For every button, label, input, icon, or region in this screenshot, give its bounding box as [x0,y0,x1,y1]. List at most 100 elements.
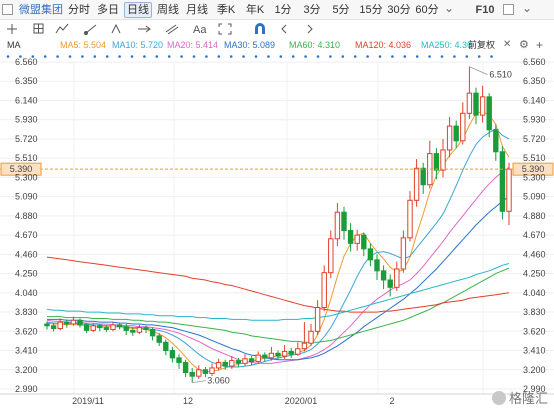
text-tool-icon[interactable]: Aa [193,24,207,36]
candle-body [136,327,143,333]
tab-30min[interactable]: 30分 [387,2,411,18]
candle-body [446,125,453,151]
tab-weekly[interactable]: 周线 [157,2,179,18]
candle-body [347,230,354,244]
tab-yearly[interactable]: 年K [244,2,266,18]
candle-body [407,199,413,239]
event-dot [378,55,382,58]
price-tick-left: 4.670 [15,230,38,240]
stock-name[interactable]: 微盟集团 [18,2,64,18]
add-icon[interactable]: + [536,38,543,52]
tab-quarterly[interactable]: 季K [215,2,237,18]
f10-button[interactable]: F10 [474,2,496,18]
candle-body [64,321,70,325]
tab-3min[interactable]: 3分 [302,2,322,18]
ma-label[interactable]: MA [7,40,21,51]
event-dot [6,55,10,58]
candle-body [70,319,77,325]
event-dot [465,55,469,58]
candle-body [460,112,466,142]
candle-body [50,325,57,330]
watermark-text: 格隆汇 [508,391,548,406]
candle-body [499,151,506,212]
low-marker-text: 3.060 [207,376,230,386]
candle-body [169,350,176,359]
date-tick: 2 [389,396,394,406]
grid-icon[interactable] [33,23,44,34]
price-tick-left: 2.990 [15,384,38,394]
price-tick-left: 5.090 [15,192,38,202]
price-tick-right: 3.410 [523,346,546,356]
event-dot [477,55,481,58]
ma30-value: MA30: 5.089 [224,40,276,50]
stock-link-icon[interactable] [55,23,69,34]
candle-body [235,360,242,364]
event-dot [254,55,258,58]
candlestick-chart[interactable]: 5.390 5.390 6.5606.3506.1405.9305.7205.5… [0,0,554,409]
tab-60min[interactable]: 60分 [415,2,439,18]
candle-body [130,329,136,333]
price-tick-right: 6.350 [523,76,546,86]
event-dot [205,55,208,58]
candle-body [83,324,90,331]
event-dot [93,55,97,58]
toolbar-checkbox[interactable] [2,4,13,15]
event-dot [415,55,419,58]
fullscreen-icon[interactable] [218,23,232,35]
tab-multi-day[interactable]: 多日 [97,2,119,18]
settings-icon[interactable]: ⚙ [519,38,529,51]
left-arrow-icon[interactable] [281,24,287,34]
parallel-lines-icon[interactable] [165,24,179,35]
price-tick-right: 4.250 [523,269,546,279]
candle-body [229,360,235,367]
drawing-tool-icon[interactable] [111,23,121,34]
candle-body [110,324,116,330]
event-dot [490,55,493,58]
ray-icon[interactable] [138,25,151,33]
ma10-value: MA10: 5.720 [112,40,164,50]
f10-checkbox[interactable] [503,4,514,15]
drawing-tools-row: Aa [7,23,313,36]
candle-body [479,96,486,116]
event-dot [68,55,72,58]
candle-body [400,237,407,270]
event-dot [329,55,332,58]
tab-15min[interactable]: 15分 [359,2,383,18]
price-tick-right: 4.670 [523,230,546,240]
adjust-mode-label[interactable]: 前复权 [468,40,495,51]
collapse-chevron-icon[interactable]: ⌄ [522,1,532,15]
price-tick-left: 6.140 [15,95,38,105]
event-dot [341,55,345,58]
tab-5min[interactable]: 5分 [331,2,351,18]
candle-body [387,279,393,288]
magnet-icon[interactable] [255,23,265,34]
candle-body [90,325,96,331]
right-arrow-icon[interactable] [307,24,313,34]
event-dot [440,55,444,58]
event-dot [43,55,47,58]
candle-body [321,272,327,308]
candle-body [486,96,492,131]
ma5-value: MA5: 5.504 [60,40,107,50]
tab-daily[interactable]: 日线 [124,2,152,18]
tab-1min[interactable]: 1分 [273,2,293,18]
date-tick: 2020/01 [285,396,318,406]
close-icon[interactable]: ✕ [503,39,511,50]
ma120-value: MA120: 4.036 [355,40,412,50]
candle-body [413,167,420,201]
more-periods-chevron-icon[interactable]: ⌄ [444,1,454,15]
event-dot [143,55,146,58]
date-tick: 12 [183,396,193,406]
high-marker-text: 6.510 [489,70,512,80]
candle-body [466,92,473,114]
candle-body [301,342,308,350]
candle-body [209,367,215,374]
trend-line-icon[interactable] [84,24,97,35]
candle-body [163,341,169,352]
candle-body [440,149,446,171]
tab-monthly[interactable]: 月线 [186,2,208,18]
tab-intraday[interactable]: 分时 [68,2,90,18]
event-dot [81,55,84,58]
price-tick-left: 4.250 [15,269,38,279]
crosshair-icon[interactable] [7,24,17,34]
